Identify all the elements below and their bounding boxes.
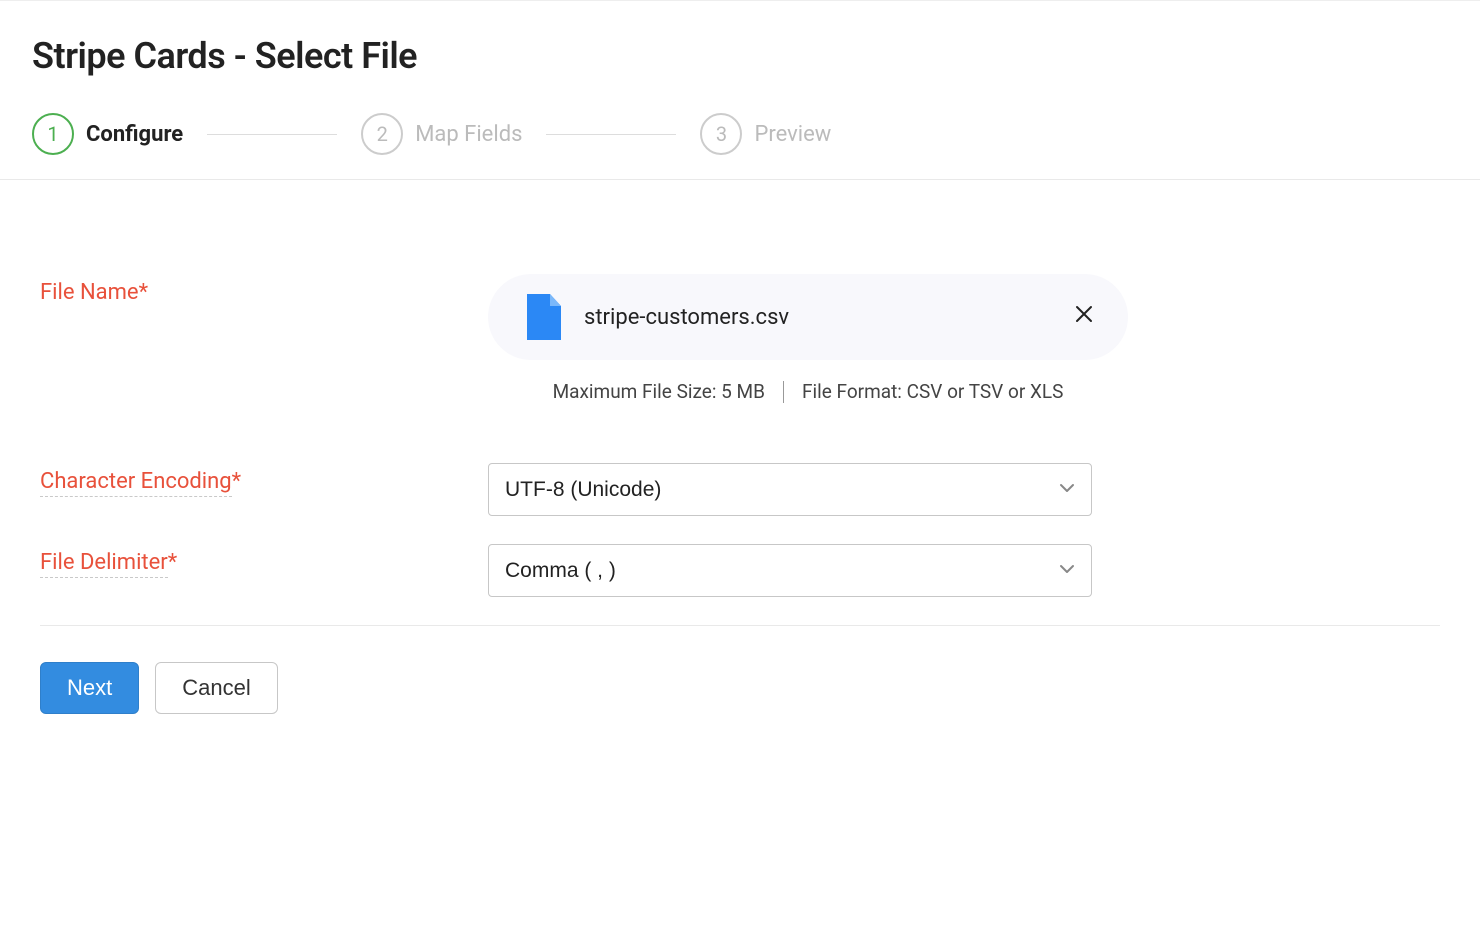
file-format-hint: File Format: CSV or TSV or XLS — [802, 380, 1063, 403]
file-icon — [524, 294, 564, 340]
step-divider — [546, 134, 676, 135]
file-delimiter-select[interactable]: Comma ( , ) — [488, 544, 1092, 597]
step-configure: 1 Configure — [32, 113, 183, 155]
file-delimiter-label: File Delimiter* — [40, 544, 488, 575]
step-map-fields: 2 Map Fields — [361, 113, 522, 155]
close-icon — [1075, 305, 1093, 329]
step-label: Preview — [754, 122, 831, 147]
page-title: Stripe Cards - Select File — [32, 35, 1448, 77]
hint-divider — [783, 381, 784, 403]
step-number: 1 — [32, 113, 74, 155]
cancel-button[interactable]: Cancel — [155, 662, 277, 714]
file-name: stripe-customers.csv — [584, 305, 789, 330]
step-label: Map Fields — [415, 122, 522, 147]
character-encoding-select[interactable]: UTF-8 (Unicode) — [488, 463, 1092, 516]
step-preview: 3 Preview — [700, 113, 831, 155]
remove-file-button[interactable] — [1068, 301, 1100, 333]
file-hint: Maximum File Size: 5 MB File Format: CSV… — [488, 380, 1128, 403]
max-file-size-hint: Maximum File Size: 5 MB — [553, 380, 765, 403]
file-name-label: File Name* — [40, 274, 488, 305]
next-button[interactable]: Next — [40, 662, 139, 714]
stepper: 1 Configure 2 Map Fields 3 Preview — [32, 113, 1448, 155]
step-number: 2 — [361, 113, 403, 155]
step-number: 3 — [700, 113, 742, 155]
step-divider — [207, 134, 337, 135]
step-label: Configure — [86, 122, 183, 147]
selected-file-chip: stripe-customers.csv — [488, 274, 1128, 360]
character-encoding-label: Character Encoding* — [40, 463, 488, 494]
